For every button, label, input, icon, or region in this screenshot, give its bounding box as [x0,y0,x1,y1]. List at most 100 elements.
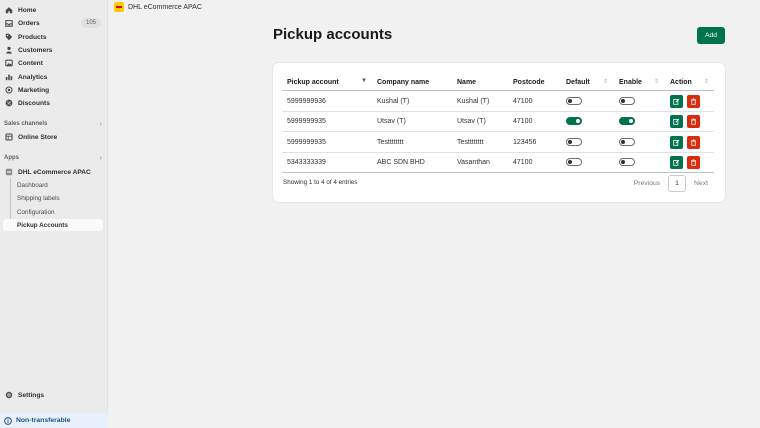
cell-account: 5343333339 [287,158,326,166]
target-icon [5,86,13,94]
edit-button[interactable] [670,136,683,149]
sort-icon[interactable]: ⇕ [704,78,709,85]
nav-content[interactable]: Content [3,57,103,69]
sub-nav-configuration[interactable]: Configuration [3,206,103,218]
nav-app-dhl-label: DHL eCommerce APAC [18,168,91,176]
cell-account: 5999999935 [287,117,326,125]
edit-button[interactable] [670,156,683,169]
header-pickup-account[interactable]: Pickup account [287,75,339,89]
row-divider [282,131,714,132]
sub-nav-dashboard-label: Dashboard [17,181,48,189]
app-title: DHL eCommerce APAC [128,3,202,11]
cell-name: Kushal (T) [457,97,490,105]
nav-customers[interactable]: Customers [3,44,103,56]
app-header: DHL eCommerce APAC [114,1,202,13]
nav-settings-label: Settings [18,391,45,399]
header-company-name[interactable]: Company name [377,75,429,89]
cell-name: Testttttttt [457,138,484,146]
header-divider [282,90,714,91]
non-transferable-banner[interactable]: Non-transferable [0,413,108,428]
nav-discounts[interactable]: Discounts [3,97,103,109]
sales-channels-section[interactable]: Sales channels › [4,119,102,129]
dhl-logo-icon [114,2,124,12]
add-button[interactable]: Add [697,27,725,44]
nav-discounts-label: Discounts [18,99,50,107]
default-toggle[interactable] [566,117,582,125]
enable-toggle[interactable] [619,138,635,146]
header-name[interactable]: Name [457,75,476,89]
nav-products-label: Products [18,33,47,41]
sidebar: Home Orders 105 Products Customers Conte… [0,0,108,428]
page-title: Pickup accounts [273,26,393,43]
sort-desc-icon[interactable]: ▼ [361,78,367,84]
nav-content-label: Content [18,59,43,67]
cell-account: 5999999935 [287,138,326,146]
header-action[interactable]: Action [670,75,692,89]
nav-home[interactable]: Home [3,4,103,16]
edit-icon [673,159,680,166]
cell-postcode: 47100 [513,158,533,166]
store-icon [5,133,13,141]
info-icon [4,416,12,425]
home-icon [5,6,13,14]
nav-analytics[interactable]: Analytics [3,71,103,83]
nav-marketing[interactable]: Marketing [3,84,103,96]
discount-icon [5,99,13,107]
chevron-right-icon: › [99,120,102,128]
edit-icon [673,98,680,105]
cell-name: Vasanthan [457,158,490,166]
enable-toggle[interactable] [619,97,635,105]
sub-nav-pickup-accounts[interactable]: Pickup Accounts [3,219,103,231]
edit-button[interactable] [670,115,683,128]
row-divider [282,111,714,112]
nav-orders[interactable]: Orders 105 [3,17,103,29]
sub-nav-dashboard[interactable]: Dashboard [3,179,103,191]
header-enable[interactable]: Enable [619,75,642,89]
edit-button[interactable] [670,95,683,108]
enable-toggle[interactable] [619,117,635,125]
row-divider [282,152,714,153]
edit-icon [673,118,680,125]
nav-app-dhl[interactable]: DHL eCommerce APAC [3,166,103,178]
header-default[interactable]: Default [566,75,590,89]
trash-icon [691,118,696,125]
edit-icon [673,139,680,146]
sub-nav-configuration-label: Configuration [17,208,55,216]
inbox-icon [5,19,13,27]
nav-online-store-label: Online Store [18,133,58,141]
cell-postcode: 123456 [513,138,537,146]
delete-button[interactable] [687,136,700,149]
sub-nav-shipping-labels[interactable]: Shipping labels [3,192,103,204]
apps-section[interactable]: Apps › [4,153,102,163]
delete-button[interactable] [687,115,700,128]
page-1-button[interactable]: 1 [668,175,686,192]
bar-chart-icon [5,73,13,81]
cell-name: Utsav (T) [457,117,486,125]
nav-analytics-label: Analytics [18,73,48,81]
sort-icon[interactable]: ⇕ [654,78,659,85]
orders-count-badge: 105 [80,18,101,28]
trash-icon [691,159,696,166]
header-postcode[interactable]: Postcode [513,75,545,89]
nav-settings[interactable]: Settings [3,389,103,401]
next-page-button[interactable]: Next [688,175,714,192]
sub-nav-shipping-labels-label: Shipping labels [17,194,60,202]
cell-postcode: 47100 [513,97,533,105]
default-toggle[interactable] [566,158,582,166]
nav-products[interactable]: Products [3,31,103,43]
image-icon [5,59,13,67]
nav-home-label: Home [18,6,37,14]
enable-toggle[interactable] [619,158,635,166]
nav-marketing-label: Marketing [18,86,50,94]
default-toggle[interactable] [566,97,582,105]
sort-icon[interactable]: ⇕ [603,78,608,85]
default-toggle[interactable] [566,138,582,146]
cell-company: Utsav (T) [377,117,406,125]
delete-button[interactable] [687,156,700,169]
sales-channels-heading: Sales channels [4,121,48,127]
previous-page-button[interactable]: Previous [628,175,666,192]
nav-orders-label: Orders [18,19,40,27]
delete-button[interactable] [687,95,700,108]
cell-account: 5999999936 [287,97,326,105]
nav-online-store[interactable]: Online Store [3,131,103,143]
